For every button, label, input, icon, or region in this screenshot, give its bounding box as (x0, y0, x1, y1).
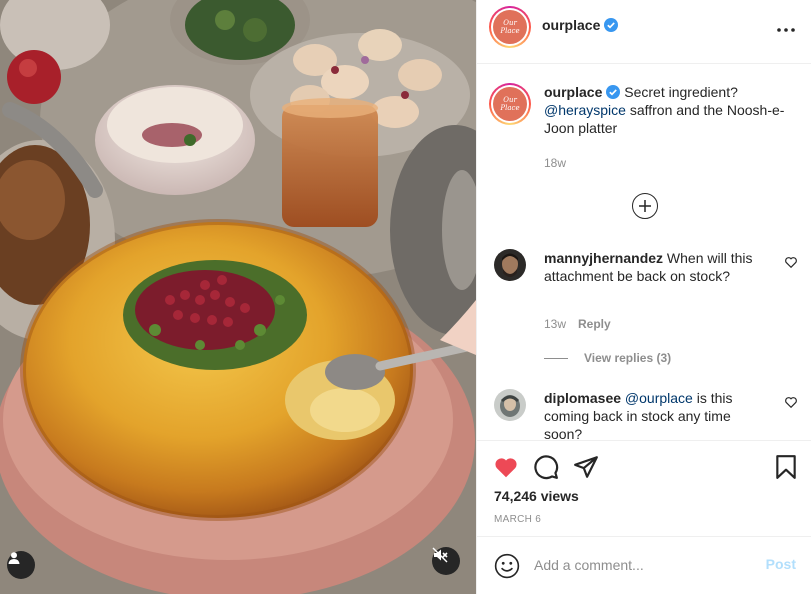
commenter-avatar[interactable] (494, 249, 526, 281)
speaker-muted-icon (432, 547, 448, 563)
comments-section[interactable]: Our Place ourplace Secret ingredient? @he… (477, 65, 811, 440)
post-date[interactable]: MARCH 6 (494, 514, 541, 525)
view-replies-label[interactable]: View replies (3) (584, 351, 671, 365)
post-comment-button[interactable]: Post (766, 556, 796, 572)
plus-icon (639, 200, 651, 212)
like-comment-heart-icon[interactable] (784, 255, 798, 269)
post-header: Our Place ourplace (477, 0, 811, 64)
post-details-panel: Our Place ourplace Our Place ourplace Se… (476, 0, 811, 594)
brand-logo: Our Place (493, 87, 527, 121)
author-username[interactable]: ourplace (542, 17, 619, 33)
add-comment-bar: Post (477, 536, 811, 594)
comment-meta: 13w Reply (544, 317, 611, 331)
brand-logo: Our Place (493, 10, 527, 44)
mute-toggle-button[interactable] (432, 547, 460, 575)
comment-text: diplomasee @ourplace is this coming back… (544, 389, 764, 440)
commenter-avatar[interactable] (494, 389, 526, 421)
commenter-username[interactable]: mannyjhernandez (544, 250, 663, 266)
verified-badge-icon (606, 85, 621, 99)
verified-badge-icon (604, 18, 619, 32)
profile-photo (494, 389, 526, 421)
author-avatar[interactable]: Our Place (489, 6, 531, 48)
tagged-people-button[interactable] (7, 551, 35, 579)
comment-text: mannyjhernandez When will this attachmen… (544, 249, 764, 285)
view-count[interactable]: 74,246 views (494, 488, 579, 504)
save-bookmark-icon[interactable] (773, 454, 799, 480)
comment-bubble-icon[interactable] (533, 454, 559, 480)
emoji-icon[interactable] (494, 553, 520, 579)
more-options-button[interactable] (774, 18, 798, 42)
commenter-username[interactable]: diplomasee (544, 390, 621, 406)
caption-text: ourplace Secret ingredient? @herayspice … (544, 83, 794, 137)
like-comment-heart-icon[interactable] (784, 395, 798, 409)
reply-button[interactable]: Reply (578, 317, 611, 331)
caption-author-avatar[interactable]: Our Place (489, 83, 531, 125)
caption-timestamp[interactable]: 18w (544, 156, 566, 170)
ellipsis-icon (777, 28, 795, 32)
video-frame-food-scene (0, 0, 476, 594)
like-heart-icon[interactable] (493, 454, 519, 480)
comment-timestamp[interactable]: 13w (544, 317, 566, 331)
caption-mention-link[interactable]: @herayspice (544, 102, 626, 118)
replies-divider (544, 357, 568, 359)
share-paper-plane-icon[interactable] (573, 454, 599, 480)
caption-username[interactable]: ourplace (544, 84, 602, 100)
profile-photo (494, 249, 526, 281)
caption-text-start: Secret ingredient? (624, 84, 738, 100)
load-more-comments-button[interactable] (632, 193, 658, 219)
comment-mention-link[interactable]: @ourplace (625, 390, 693, 406)
comment-input[interactable] (534, 555, 744, 575)
view-replies-button[interactable]: View replies (3) (544, 351, 671, 365)
person-icon (8, 552, 20, 564)
post-video[interactable] (0, 0, 476, 594)
post-actions: 74,246 views MARCH 6 (477, 440, 811, 536)
